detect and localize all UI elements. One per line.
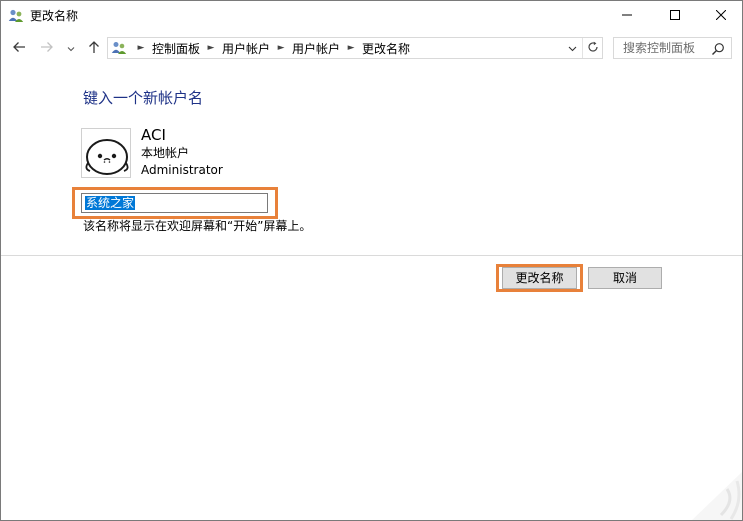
new-account-name-input[interactable]: 系统之家 — [81, 193, 268, 213]
control-panel-icon — [111, 40, 127, 56]
page-title: 键入一个新帐户名 — [83, 89, 204, 107]
recent-locations-button[interactable] — [63, 37, 79, 59]
refresh-icon — [587, 41, 599, 56]
account-role: Administrator — [141, 163, 223, 177]
up-button[interactable] — [83, 37, 105, 59]
users-icon — [8, 8, 24, 24]
avatar — [81, 128, 131, 178]
divider — [1, 255, 742, 256]
search-input[interactable]: 搜索控制面板 — [623, 41, 695, 55]
search-box[interactable]: 搜索控制面板 — [613, 37, 732, 59]
rename-button[interactable]: 更改名称 — [502, 267, 577, 289]
cancel-button[interactable]: 取消 — [588, 267, 662, 289]
breadcrumb-separator-icon[interactable]: ► — [130, 43, 152, 53]
minimize-button[interactable] — [604, 1, 650, 31]
breadcrumb-user-accounts-sub[interactable]: 用户帐户 — [292, 40, 340, 57]
title-bar: 更改名称 — [1, 1, 742, 31]
forward-button[interactable] — [35, 37, 59, 59]
seal-avatar-icon — [82, 129, 130, 177]
arrow-left-icon — [12, 41, 26, 56]
watermark-icon — [692, 471, 742, 520]
maximize-icon — [670, 9, 680, 23]
chevron-down-icon — [568, 41, 577, 55]
breadcrumb-separator-icon[interactable]: ► — [270, 43, 292, 53]
maximize-button[interactable] — [652, 1, 698, 31]
refresh-button[interactable] — [582, 38, 602, 58]
close-button[interactable] — [698, 1, 742, 31]
back-button[interactable] — [7, 37, 31, 59]
navigation-bar: ► 控制面板 ► 用户帐户 ► 用户帐户 ► 更改名称 搜索控制面板 — [1, 32, 742, 64]
name-hint-text: 该名称将显示在欢迎屏幕和“开始”屏幕上。 — [83, 219, 312, 233]
breadcrumb: ► 控制面板 ► 用户帐户 ► 用户帐户 ► 更改名称 — [130, 38, 411, 58]
chevron-down-icon — [67, 41, 75, 55]
breadcrumb-separator-icon[interactable]: ► — [200, 43, 222, 53]
breadcrumb-control-panel[interactable]: 控制面板 — [152, 40, 200, 57]
arrow-up-icon — [88, 40, 100, 57]
breadcrumb-change-name[interactable]: 更改名称 — [362, 40, 410, 57]
selected-text: 系统之家 — [85, 196, 136, 210]
breadcrumb-separator-icon[interactable]: ► — [340, 43, 362, 53]
close-icon — [715, 9, 727, 23]
minimize-icon — [622, 9, 632, 23]
window-title: 更改名称 — [30, 9, 79, 23]
arrow-right-icon — [40, 41, 54, 56]
search-icon[interactable] — [711, 42, 725, 56]
account-type: 本地帐户 — [141, 146, 190, 160]
breadcrumb-user-accounts[interactable]: 用户帐户 — [222, 40, 270, 57]
rename-account-window: 更改名称 ► 控制面板 ► 用户帐户 ► 用户帐户 ► 更改名称 搜索控制面板 … — [0, 0, 743, 521]
address-bar[interactable]: ► 控制面板 ► 用户帐户 ► 用户帐户 ► 更改名称 — [107, 37, 603, 59]
address-history-button[interactable] — [563, 38, 581, 58]
account-name: ACI — [141, 126, 166, 144]
